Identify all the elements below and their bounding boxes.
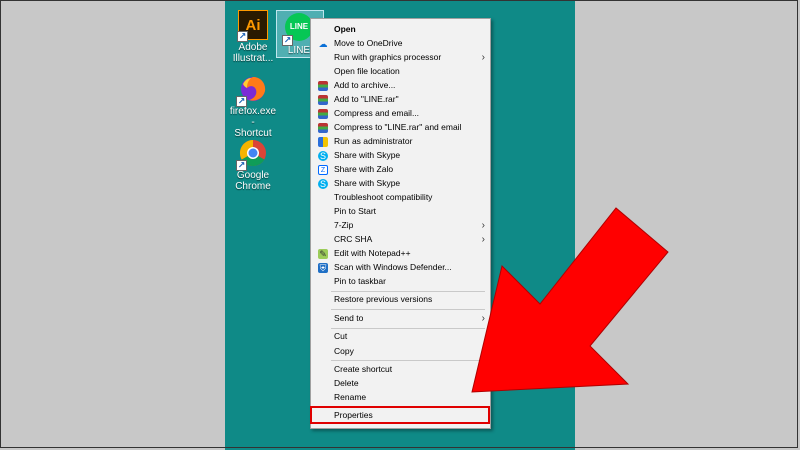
red-pointer-arrow-icon [471, 207, 669, 393]
